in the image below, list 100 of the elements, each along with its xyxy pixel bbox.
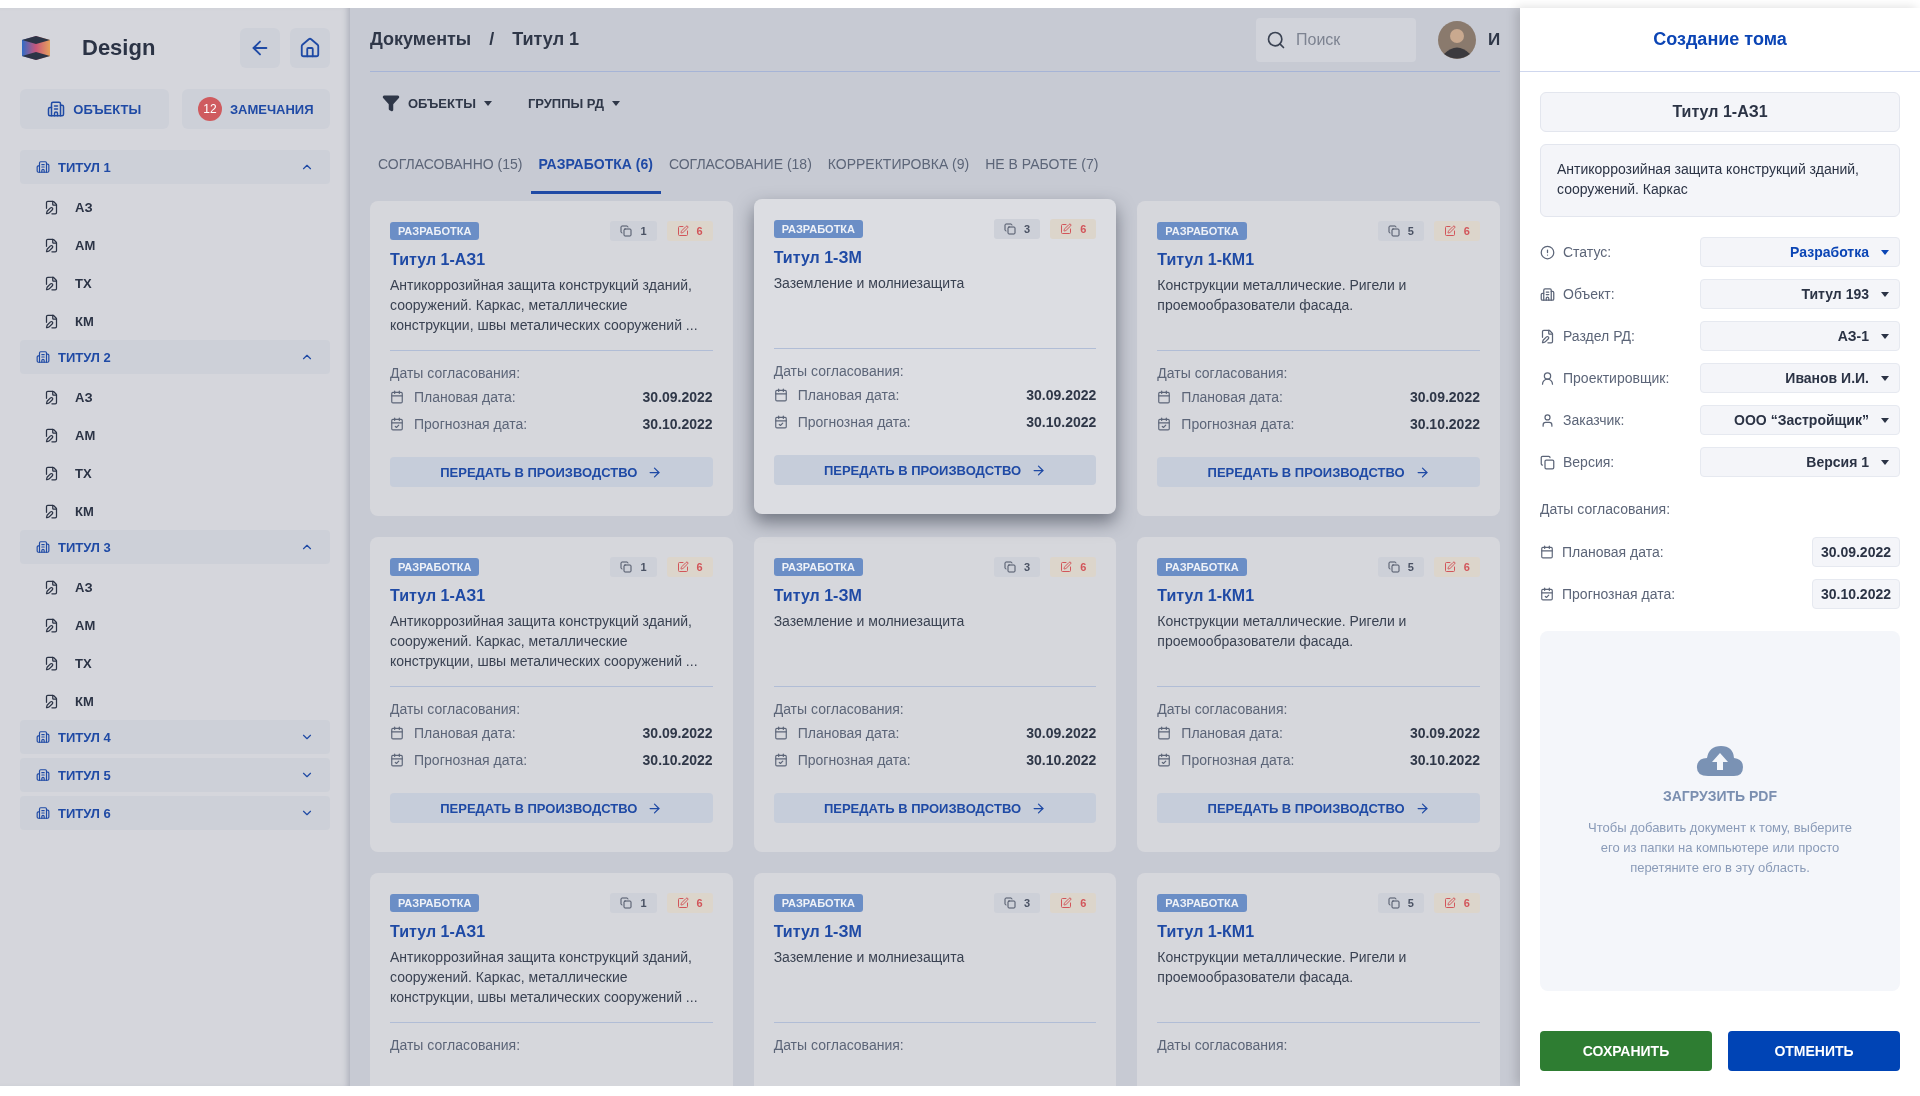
transfer-button[interactable]: ПЕРЕДАТЬ В ПРОИЗВОДСТВО (1157, 793, 1480, 823)
remark-count: 6 (1433, 221, 1480, 241)
version-count: 3 (994, 893, 1041, 913)
document-edit-icon (44, 199, 59, 215)
transfer-button[interactable]: ПЕРЕДАТЬ В ПРОИЗВОДСТВО (390, 457, 713, 487)
tree-item[interactable]: АМ (20, 226, 330, 264)
date-value: 30.10.2022 (1026, 413, 1097, 430)
document-card[interactable] (370, 201, 733, 516)
document-card[interactable]: РАЗРАБОТКА 3 6 Титул 1-ЗМ Заземление и молниезащита Даты согласования: Плановая дата: 30.09.2022 Прогнозная дата: 30.10.2022 ПЕРЕДАТЬ В ПРОИЗВОДСТВО (753, 537, 1117, 852)
breadcrumb-item[interactable]: Титул 1 (512, 29, 580, 50)
card-title: Титул 1-КМ1 (1157, 251, 1256, 269)
field-label: Объект: (1563, 286, 1616, 302)
tree-group[interactable]: ТИТУЛ 1 (20, 150, 330, 184)
document-card[interactable]: РАЗРАБОТКА 3 6 Титул 1-ЗМ Заземление и молниезащита Даты согласования: Плановая дата: 30.09.2022 Прогнозная дата: 30.10.2022 ПЕРЕДАТЬ В ПРОИЗВОДСТВО (753, 199, 1117, 514)
logo-icon (20, 36, 52, 60)
status-badge: РАЗРАБОТКА (773, 220, 863, 238)
select-field[interactable]: Разработка (1700, 237, 1900, 267)
edit-icon (676, 561, 689, 573)
tree-item[interactable]: ТХ (20, 454, 330, 492)
cancel-button[interactable]: ОТМЕНИТЬ (1728, 1031, 1900, 1071)
tree-item[interactable]: АЗ (20, 378, 330, 416)
calendar-check-icon (1157, 752, 1172, 767)
tree-group[interactable]: ТИТУЛ 6 (20, 796, 330, 830)
tree-item[interactable]: ТХ (20, 644, 330, 682)
select-field[interactable]: АЗ-1 (1700, 321, 1900, 351)
document-card[interactable]: РАЗРАБОТКА 5 6 Титул 1-КМ1 Конструкции металлические. Ригели и проемообразователи фасада. Даты согласования: Плановая дата: 30.09.2022 Прогнозная дата: 30.10.2022 ПЕРЕДАТЬ В ПРОИЗВОДСТВО (1137, 201, 1500, 516)
copies-icon (1004, 897, 1017, 909)
name-field[interactable]: Титул 1-АЗ1 (1540, 92, 1900, 132)
edit-icon (1443, 561, 1456, 573)
status-badge: РАЗРАБОТКА (390, 558, 480, 576)
transfer-button[interactable]: ПЕРЕДАТЬ В ПРОИЗВОДСТВО (390, 793, 713, 823)
tree-item[interactable]: КМ (20, 682, 330, 720)
tab[interactable]: КОРРЕКТИРОВКА (9) (819, 134, 978, 194)
caret-icon (1881, 459, 1889, 465)
transfer-button[interactable]: ПЕРЕДАТЬ В ПРОИЗВОДСТВО (773, 793, 1097, 823)
calendar-icon (1540, 545, 1554, 559)
copies-icon (1387, 225, 1400, 237)
tree-group[interactable]: ТИТУЛ 4 (20, 720, 330, 754)
description-field[interactable]: Антикоррозийная защита конструкций зданий, сооружений. Каркас (1540, 144, 1900, 217)
tree-item[interactable]: АЗ (20, 568, 330, 606)
tab[interactable]: СОГЛАСОВАННО (15) (370, 134, 531, 194)
remark-count: 6 (666, 893, 713, 913)
home-button[interactable] (290, 28, 330, 68)
select-field[interactable]: Титул 193 (1700, 279, 1900, 309)
search-field[interactable]: Поиск (1256, 17, 1416, 62)
select-field[interactable]: Иванов И.И. (1700, 363, 1900, 393)
tree-item[interactable]: КМ (20, 302, 330, 340)
select-field[interactable]: Версия 1 (1700, 447, 1900, 477)
tab[interactable]: РАЗРАБОТКА (6) (530, 134, 661, 194)
transfer-button[interactable]: ПЕРЕДАТЬ В ПРОИЗВОДСТВО (1157, 457, 1480, 487)
dates-label: Даты согласования: (773, 1037, 905, 1053)
filter-dropdown[interactable]: ГРУППЫ РД (527, 95, 620, 111)
transfer-button[interactable]: ПЕРЕДАТЬ В ПРОИЗВОДСТВО (773, 455, 1097, 485)
dates-label: Даты согласования: (390, 365, 522, 381)
tree-item[interactable]: АЗ (20, 188, 330, 226)
save-button[interactable]: СОХРАНИТЬ (1540, 1031, 1712, 1071)
edit-icon (676, 225, 689, 237)
select-field[interactable]: ООО “Застройщик” (1700, 405, 1900, 435)
document-edit-icon (44, 503, 59, 519)
caret-icon (1881, 375, 1889, 381)
tab[interactable]: СОГЛАСОВАНИЕ (18) (660, 134, 820, 194)
document-edit-icon (44, 693, 59, 709)
arrow-right-icon (1414, 464, 1430, 480)
document-card[interactable]: РАЗРАБОТКА 5 6 Титул 1-КМ1 Конструкции металлические. Ригели и проемообразователи фасада. Даты согласования: (1137, 873, 1500, 1086)
document-card[interactable]: РАЗРАБОТКА 5 6 Титул 1-КМ1 Конструкции металлические. Ригели и проемообразователи фасада. Даты согласования: Плановая дата: 30.09.2022 Прогнозная дата: 30.10.2022 ПЕРЕДАТЬ В ПРОИЗВОДСТВО (1137, 537, 1500, 852)
breadcrumb-item[interactable]: Документы (370, 29, 472, 50)
cloud-upload-icon (1696, 744, 1744, 776)
date-field[interactable]: 30.10.2022 (1811, 579, 1900, 609)
tab[interactable]: НЕ В РАБОТЕ (7) (977, 134, 1107, 194)
caret-icon (1881, 333, 1889, 339)
tree-group[interactable]: ТИТУЛ 3 (20, 530, 330, 564)
document-card[interactable] (370, 537, 733, 852)
field-label: Статус: (1563, 244, 1613, 260)
document-card[interactable]: РАЗРАБОТКА 1 6 Титул 1-АЗ1 Антикоррозийная защита конструкций зданий, сооружений. Каркас, металлические конструкции, швы металических сооружений ... Даты согласования: (370, 873, 733, 1086)
tree-group[interactable]: ТИТУЛ 2 (20, 340, 330, 374)
date-field[interactable]: 30.09.2022 (1811, 537, 1900, 567)
card-title: Титул 1-АЗ1 (390, 923, 487, 941)
tree-item[interactable]: АМ (20, 416, 330, 454)
calendar-icon (773, 387, 788, 402)
remark-count: 6 (1433, 557, 1480, 577)
tree-item[interactable]: КМ (20, 492, 330, 530)
calendar-icon (390, 389, 404, 404)
tree-item[interactable]: АМ (20, 606, 330, 644)
caret-icon (1881, 249, 1889, 255)
upload-hint: Чтобы добавить документ к тому, выберите его из папки на компьютере или просто перетяните его в эту область. (1587, 819, 1853, 877)
objects-button[interactable]: ОБЪЕКТЫ (20, 89, 169, 129)
card-title: Титул 1-АЗ1 (390, 587, 487, 605)
document-edit-icon (44, 427, 59, 443)
status-badge: РАЗРАБОТКА (773, 558, 863, 576)
date-value: 30.10.2022 (642, 751, 713, 768)
tree-group[interactable]: ТИТУЛ 5 (20, 758, 330, 792)
tree-item[interactable]: ТХ (20, 264, 330, 302)
card-description: Конструкции металлические. Ригели и проемообразователи фасада. (1157, 612, 1408, 651)
filter-dropdown[interactable]: ОБЪЕКТЫ (382, 94, 492, 112)
remark-count: 6 (666, 221, 713, 241)
calendar-icon (1157, 725, 1172, 740)
building-icon (36, 730, 50, 744)
document-card[interactable]: РАЗРАБОТКА 3 6 Титул 1-ЗМ Заземление и молниезащита Даты согласования: (753, 873, 1117, 1086)
remarks-button[interactable]: 12 ЗАМЕЧАНИЯ (181, 89, 330, 129)
back-button[interactable] (240, 28, 280, 68)
